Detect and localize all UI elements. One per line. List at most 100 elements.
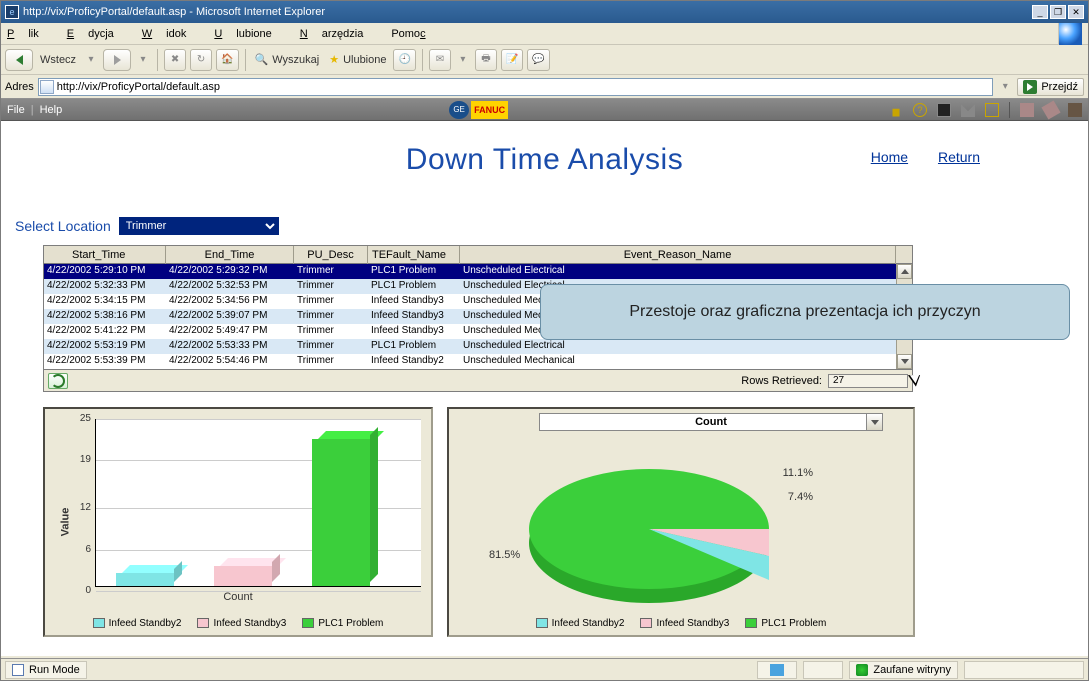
menu-pomoc[interactable]: Pomoc (391, 28, 439, 40)
pie-label-green: 81.5% (489, 549, 520, 561)
nav-toolbar: Wstecz ▾ ▾ ✖ ↻ 🏠 🔍Wyszukaj ★Ulubione 🕘 ✉… (1, 45, 1088, 75)
mail-button[interactable]: ✉ (429, 49, 451, 71)
favorites-button[interactable]: ★Ulubione (326, 53, 389, 66)
edit-button[interactable]: 📝 (501, 49, 523, 71)
scroll-up-button[interactable] (897, 264, 912, 279)
bar-y-label: Value (59, 508, 71, 537)
scroll-down-button[interactable] (897, 354, 912, 369)
restore-button[interactable]: ❐ (1050, 5, 1066, 19)
col-pu[interactable]: PU_Desc (294, 246, 368, 264)
return-link[interactable]: Return (938, 149, 980, 165)
home-button[interactable]: 🏠 (216, 49, 238, 71)
pie-label-pink: 11.1% (783, 467, 813, 479)
status-panel-3 (964, 661, 1084, 679)
search-icon: 🔍 (255, 53, 269, 66)
portal-logo: GE FANUC (449, 101, 508, 119)
cursor-icon (911, 371, 925, 391)
home-link[interactable]: Home (871, 149, 908, 165)
print-button[interactable]: 🖶 (475, 49, 497, 71)
grid-refresh-button[interactable] (48, 373, 68, 389)
bar-chart: Value Count Infeed Standby2 Infeed Stand… (43, 407, 433, 637)
bar-x-label: Count (45, 591, 431, 603)
location-select[interactable]: Trimmer (119, 217, 279, 235)
back-label: Wstecz (37, 54, 79, 66)
ie-icon: e (5, 5, 19, 19)
back-history-dropdown[interactable]: ▾ (83, 49, 99, 71)
lock-icon[interactable] (889, 103, 903, 117)
menu-bar: Plik Edycja Widok Ulubione Narzędzia Pom… (1, 23, 1088, 45)
bar-infeed-standby2 (116, 573, 174, 586)
address-label: Adres (5, 81, 34, 93)
grid-header: Start_Time End_Time PU_Desc TEFault_Name… (44, 246, 912, 264)
menu-ulubione[interactable]: Ulubione (214, 28, 285, 40)
fanuc-logo-icon: FANUC (471, 101, 508, 119)
table-row[interactable]: 4/22/2002 5:53:19 PM4/22/2002 5:53:33 PM… (44, 339, 912, 354)
window-titlebar: e http://vix/ProficyPortal/default.asp -… (1, 1, 1088, 23)
stop-button[interactable]: ✖ (164, 49, 186, 71)
menu-edycja[interactable]: Edycja (67, 28, 128, 40)
portal-file-menu[interactable]: File (7, 104, 25, 116)
annotation-callout: Przestoje oraz graficzna prezentacja ich… (540, 284, 1070, 340)
page-links: Home Return (845, 149, 980, 165)
save-icon[interactable] (937, 103, 951, 117)
page-icon (40, 80, 54, 94)
mail-dropdown[interactable]: ▾ (455, 49, 471, 71)
bar-infeed-standby3 (214, 566, 272, 586)
pie-metric-select[interactable]: Count (539, 413, 883, 431)
search-button[interactable]: 🔍Wyszukaj (252, 53, 323, 66)
pie-label-cyan: 7.4% (788, 491, 813, 503)
bar-plot-area (95, 419, 421, 587)
tools-icon[interactable] (961, 103, 975, 117)
chevron-down-icon (866, 414, 882, 430)
forward-history-dropdown[interactable]: ▾ (135, 49, 151, 71)
run-mode-icon (12, 664, 24, 676)
portal-toolbar: File | Help GE FANUC ? (1, 99, 1088, 121)
exit-icon[interactable] (985, 103, 999, 117)
ge-logo-icon: GE (449, 101, 469, 119)
rows-retrieved-value: 27 (828, 374, 908, 388)
status-panel-2 (803, 661, 843, 679)
pie-plot-area: 11.1% 7.4% 81.5% (489, 449, 873, 585)
bar-plc1-problem (312, 439, 370, 586)
forward-button[interactable] (103, 49, 131, 71)
col-end[interactable]: End_Time (166, 246, 294, 264)
status-run-mode: Run Mode (5, 661, 87, 679)
go-arrow-icon (1023, 80, 1037, 94)
col-fault[interactable]: TEFault_Name (368, 246, 460, 264)
close-button[interactable]: ✕ (1068, 5, 1084, 19)
table-row[interactable]: 4/22/2002 5:29:10 PM4/22/2002 5:29:32 PM… (44, 264, 912, 279)
refresh-button[interactable]: ↻ (190, 49, 212, 71)
config-icon[interactable] (1068, 103, 1082, 117)
address-input[interactable] (38, 78, 994, 96)
bar-legend: Infeed Standby2 Infeed Standby3 PLC1 Pro… (45, 618, 431, 629)
status-panel-1 (757, 661, 797, 679)
menu-narzedzia[interactable]: Narzędzia (300, 28, 378, 40)
user-icon[interactable] (1020, 103, 1034, 117)
status-bar: Run Mode Zaufane witryny (1, 658, 1088, 680)
status-trusted-sites: Zaufane witryny (849, 661, 958, 679)
edit-icon[interactable] (1041, 100, 1060, 119)
help-icon[interactable]: ? (913, 103, 927, 117)
discuss-button[interactable]: 💬 (527, 49, 549, 71)
grid-footer: Rows Retrieved: 27 (44, 369, 912, 391)
page-content: Home Return Down Time Analysis Select Lo… (1, 121, 1088, 656)
menu-widok[interactable]: Widok (142, 28, 201, 40)
select-location-label: Select Location (15, 218, 111, 234)
pie-chart: Count 11.1% 7.4% 81.5% Infeed Standby2 I… (447, 407, 915, 637)
star-icon: ★ (329, 53, 339, 66)
shield-icon (856, 664, 868, 676)
back-button[interactable] (5, 49, 33, 71)
history-button[interactable]: 🕘 (393, 49, 415, 71)
col-start[interactable]: Start_Time (44, 246, 166, 264)
ie-logo-icon (1058, 23, 1082, 45)
col-reason[interactable]: Event_Reason_Name (460, 246, 896, 264)
minimize-button[interactable]: _ (1032, 5, 1048, 19)
portal-help-menu[interactable]: Help (40, 104, 63, 116)
window-title: http://vix/ProficyPortal/default.asp - M… (23, 6, 325, 18)
pie-legend: Infeed Standby2 Infeed Standby3 PLC1 Pro… (449, 618, 913, 629)
address-dropdown[interactable]: ▾ (997, 76, 1013, 98)
menu-plik[interactable]: Plik (7, 28, 53, 40)
table-row[interactable]: 4/22/2002 5:53:39 PM4/22/2002 5:54:46 PM… (44, 354, 912, 369)
go-button[interactable]: Przejdź (1017, 78, 1084, 96)
rows-retrieved-label: Rows Retrieved: (741, 375, 822, 387)
